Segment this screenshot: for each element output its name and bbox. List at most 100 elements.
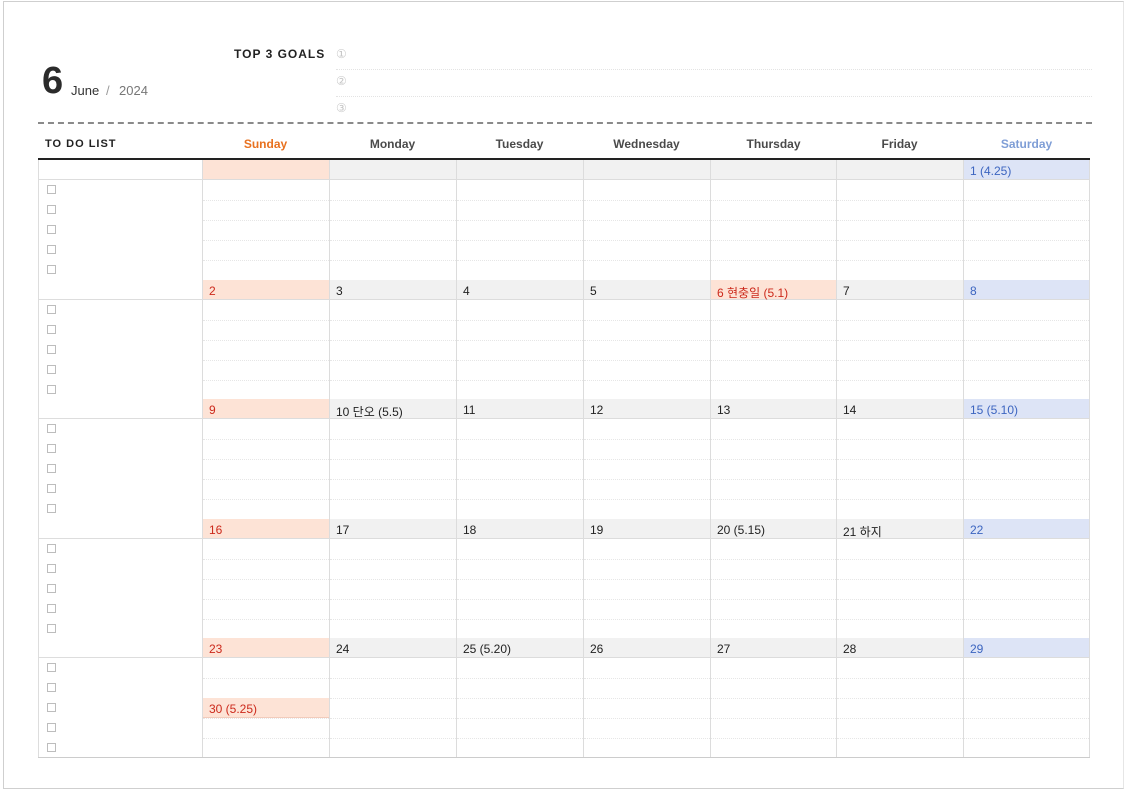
day-header xyxy=(330,160,456,180)
day-cell[interactable]: 13 xyxy=(710,399,836,519)
todo-checkbox[interactable] xyxy=(47,344,56,354)
goal-line-1[interactable]: ① xyxy=(336,42,1092,70)
todo-checkbox[interactable] xyxy=(47,663,56,672)
day-cell[interactable]: 6 현충일 (5.1) xyxy=(710,279,836,400)
ruled-line xyxy=(203,479,329,480)
day-cell[interactable]: 5 xyxy=(583,279,710,400)
todo-checkbox[interactable] xyxy=(47,603,56,613)
todo-checkbox[interactable] xyxy=(47,743,56,752)
ruled-line xyxy=(457,439,583,440)
day-cell[interactable] xyxy=(202,160,329,280)
day-header: 28 xyxy=(837,638,963,658)
todo-checkbox[interactable] xyxy=(47,703,56,712)
goal-line-3[interactable]: ③ xyxy=(336,96,1092,123)
ruled-line xyxy=(584,200,710,201)
day-cell[interactable]: 12 xyxy=(583,399,710,519)
ruled-line xyxy=(203,379,329,381)
day-cell[interactable] xyxy=(329,160,456,280)
day-cell[interactable]: 28 xyxy=(836,638,963,758)
day-cell[interactable]: 16 xyxy=(202,518,329,639)
ruled-line xyxy=(837,738,963,739)
day-header: 24 xyxy=(330,638,456,658)
ruled-line xyxy=(837,240,963,241)
day-cell[interactable]: 27 xyxy=(710,638,836,758)
ruled-line xyxy=(330,499,456,500)
todo-checkbox[interactable] xyxy=(47,424,56,433)
todo-checkbox[interactable] xyxy=(47,185,56,194)
day-cell[interactable]: 8 xyxy=(963,279,1090,400)
todo-checkbox[interactable] xyxy=(47,484,56,493)
ruled-line xyxy=(837,678,963,679)
ruled-line xyxy=(964,499,1089,500)
day-header: 27 xyxy=(711,638,836,658)
weekday-sunday: Sunday xyxy=(243,137,288,151)
year: 2024 xyxy=(119,83,148,98)
ruled-line xyxy=(711,678,836,679)
day-cell[interactable]: 26 xyxy=(583,638,710,758)
ruled-line xyxy=(203,339,329,341)
goal-number-3: ③ xyxy=(336,101,347,115)
day-cell[interactable]: 15 (5.10) xyxy=(963,399,1090,519)
todo-checkbox[interactable] xyxy=(47,324,56,334)
day-cell[interactable]: 20 (5.15) xyxy=(710,518,836,639)
ruled-line xyxy=(330,439,456,440)
ruled-line xyxy=(457,479,583,480)
day-cell[interactable]: 10 단오 (5.5) xyxy=(329,399,456,519)
ruled-line xyxy=(584,618,710,620)
todo-checkbox[interactable] xyxy=(47,583,56,593)
ruled-line xyxy=(203,200,329,201)
day-cell[interactable]: 24 xyxy=(329,638,456,758)
todo-checkbox[interactable] xyxy=(47,723,56,732)
todo-checkbox[interactable] xyxy=(47,364,56,374)
day-header xyxy=(584,160,710,180)
todo-checkbox[interactable] xyxy=(47,683,56,692)
ruled-line xyxy=(837,260,963,261)
ruled-line xyxy=(837,459,963,460)
grid-bottom-border xyxy=(38,757,1090,758)
day-cell[interactable]: 14 xyxy=(836,399,963,519)
day-cell[interactable]: 11 xyxy=(456,399,583,519)
day-cell[interactable]: 19 xyxy=(583,518,710,639)
day-cell[interactable]: 29 xyxy=(963,638,1090,758)
ruled-line xyxy=(584,319,710,321)
todo-checkbox[interactable] xyxy=(47,464,56,473)
day-cell[interactable] xyxy=(456,160,583,280)
ruled-line xyxy=(584,339,710,341)
day-header xyxy=(837,160,963,180)
todo-checkbox[interactable] xyxy=(47,623,56,633)
todo-checkbox[interactable] xyxy=(47,543,56,553)
day-cell[interactable] xyxy=(836,160,963,280)
todo-checkbox[interactable] xyxy=(47,265,56,274)
day-cell[interactable]: 2 xyxy=(202,279,329,400)
ruled-line xyxy=(330,379,456,381)
todo-checkbox[interactable] xyxy=(47,504,56,513)
day-cell[interactable]: 17 xyxy=(329,518,456,639)
day-cell[interactable]: 23 30 (5.25) xyxy=(202,638,329,758)
day-header: 11 xyxy=(457,399,583,419)
day-cell[interactable] xyxy=(583,160,710,280)
ruled-line xyxy=(584,499,710,500)
todo-checkbox[interactable] xyxy=(47,444,56,453)
day-cell[interactable]: 4 xyxy=(456,279,583,400)
day-cell[interactable]: 1 (4.25) xyxy=(963,160,1090,280)
todo-checkbox[interactable] xyxy=(47,245,56,254)
todo-checkbox[interactable] xyxy=(47,304,56,314)
ruled-line xyxy=(711,499,836,500)
day-cell[interactable]: 22 xyxy=(963,518,1090,639)
day-cell[interactable]: 21 하지 xyxy=(836,518,963,639)
day-cell[interactable]: 25 (5.20) xyxy=(456,638,583,758)
day-cell[interactable]: 7 xyxy=(836,279,963,400)
day-cell[interactable]: 9 xyxy=(202,399,329,519)
todo-checkbox[interactable] xyxy=(47,384,56,394)
ruled-line xyxy=(584,479,710,480)
todo-checkbox[interactable] xyxy=(47,225,56,234)
ruled-line xyxy=(457,499,583,500)
todo-checkbox[interactable] xyxy=(47,563,56,573)
todo-checkbox[interactable] xyxy=(47,205,56,214)
day-cell[interactable]: 18 xyxy=(456,518,583,639)
day-cell[interactable] xyxy=(710,160,836,280)
day-header xyxy=(203,160,329,180)
goal-line-2[interactable]: ② xyxy=(336,69,1092,97)
ruled-line xyxy=(457,379,583,381)
day-cell[interactable]: 3 xyxy=(329,279,456,400)
